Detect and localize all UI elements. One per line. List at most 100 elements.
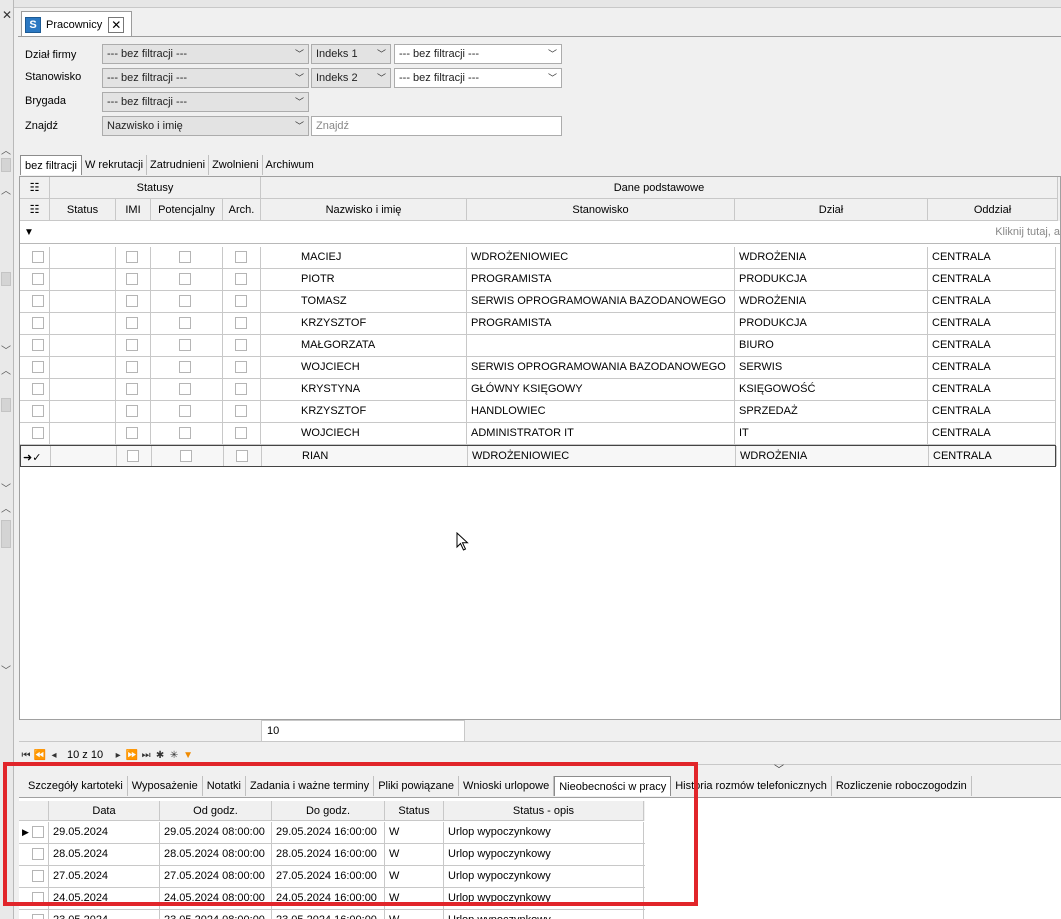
tab-zatrudnieni[interactable]: Zatrudnieni bbox=[147, 155, 210, 175]
col-potencjalny[interactable]: Potencjalny bbox=[151, 199, 223, 221]
detail-tab[interactable]: Zadania i ważne terminy bbox=[246, 776, 375, 796]
table-row[interactable]: KRZYSZTOF PROGRAMISTA PRODUKCJA CENTRALA bbox=[20, 313, 1056, 335]
arch-checkbox[interactable] bbox=[235, 383, 247, 395]
detail-tab[interactable]: Nieobecności w pracy bbox=[554, 776, 672, 796]
table-row[interactable]: KRZYSZTOF HANDLOWIEC SPRZEDAŻ CENTRALA bbox=[20, 401, 1056, 423]
add-record-icon[interactable]: ✱ bbox=[153, 750, 167, 761]
potencjalny-checkbox[interactable] bbox=[179, 295, 191, 307]
col-arch[interactable]: Arch. bbox=[223, 199, 261, 221]
arch-checkbox[interactable] bbox=[235, 339, 247, 351]
row-indicator[interactable] bbox=[19, 888, 49, 909]
table-row[interactable]: 28.05.2024 28.05.2024 08:00:00 28.05.2024 … bbox=[19, 844, 645, 866]
imi-checkbox[interactable] bbox=[126, 383, 138, 395]
employees-grid[interactable]: ☷ Statusy Dane podstawowe ☷ Status IMI P… bbox=[19, 176, 1061, 720]
chevron-down-icon[interactable]: ﹀ bbox=[774, 761, 784, 776]
filter-row[interactable]: ▼ Kliknij tutaj, a bbox=[20, 222, 1060, 244]
indeks1-value-select[interactable]: --- bez filtracji --- ﹀ bbox=[394, 44, 562, 64]
row-select-checkbox[interactable] bbox=[32, 295, 44, 307]
col-oddzial[interactable]: Oddział bbox=[928, 199, 1058, 221]
chevron-down-icon[interactable]: ﹀ bbox=[1, 342, 11, 357]
arch-checkbox[interactable] bbox=[235, 317, 247, 329]
row-select-checkbox[interactable] bbox=[32, 317, 44, 329]
add-copy-icon[interactable]: ✳ bbox=[167, 750, 181, 761]
row-indicator[interactable] bbox=[20, 247, 50, 268]
col-status-opis[interactable]: Status - opis bbox=[444, 801, 644, 821]
row-select-checkbox[interactable] bbox=[32, 339, 44, 351]
row-indicator[interactable] bbox=[19, 844, 49, 865]
detail-tab[interactable]: Notatki bbox=[203, 776, 246, 796]
imi-checkbox[interactable] bbox=[126, 251, 138, 263]
table-row[interactable]: 23.05.202423.05.2024 08:00:0023.05.2024 … bbox=[19, 910, 645, 919]
potencjalny-checkbox[interactable] bbox=[179, 383, 191, 395]
col-do-godz[interactable]: Do godz. bbox=[272, 801, 385, 821]
brygada-select[interactable]: --- bez filtracji --- ﹀ bbox=[102, 92, 309, 112]
stanowisko-select[interactable]: --- bez filtracji --- ﹀ bbox=[102, 68, 309, 88]
imi-checkbox[interactable] bbox=[126, 427, 138, 439]
col-status[interactable]: Status bbox=[385, 801, 444, 821]
znajdz-field-select[interactable]: Nazwisko i imię ﹀ bbox=[102, 116, 309, 136]
imi-checkbox[interactable] bbox=[126, 361, 138, 373]
row-indicator[interactable] bbox=[19, 866, 49, 887]
arch-checkbox[interactable] bbox=[235, 295, 247, 307]
row-select-checkbox[interactable] bbox=[32, 427, 44, 439]
search-input[interactable]: Znajdź bbox=[311, 116, 562, 136]
table-row[interactable]: ➜✓ RIAN WDROŻENIOWIEC WDROŻENIA CENTRALA bbox=[20, 445, 1057, 467]
col-dzial[interactable]: Dział bbox=[735, 199, 928, 221]
table-row[interactable]: MAŁGORZATA BIURO CENTRALA bbox=[20, 335, 1056, 357]
tab-archiwum[interactable]: Archiwum bbox=[263, 155, 317, 175]
close-tab-icon[interactable]: ✕ bbox=[108, 16, 125, 33]
detail-tab[interactable]: Wnioski urlopowe bbox=[459, 776, 555, 796]
row-indicator[interactable] bbox=[20, 401, 50, 422]
arch-checkbox[interactable] bbox=[235, 273, 247, 285]
imi-checkbox[interactable] bbox=[127, 450, 139, 462]
row-indicator[interactable] bbox=[20, 313, 50, 334]
arch-checkbox[interactable] bbox=[235, 361, 247, 373]
absences-grid[interactable]: Data Od godz. Do godz. Status Status - o… bbox=[19, 797, 1061, 919]
first-record-icon[interactable]: ⏮ bbox=[19, 750, 33, 761]
next-record-icon[interactable]: ▸ bbox=[111, 750, 125, 761]
potencjalny-checkbox[interactable] bbox=[179, 273, 191, 285]
prev-page-icon[interactable]: ⏪ bbox=[33, 750, 47, 761]
chevron-up-icon[interactable]: ︿ bbox=[1, 142, 11, 157]
indeks1-select[interactable]: Indeks 1 ﹀ bbox=[311, 44, 391, 64]
chevron-icon[interactable]: ︿ bbox=[1, 182, 11, 197]
potencjalny-checkbox[interactable] bbox=[179, 427, 191, 439]
row-indicator[interactable] bbox=[19, 910, 49, 919]
arch-checkbox[interactable] bbox=[235, 251, 247, 263]
arch-checkbox[interactable] bbox=[235, 427, 247, 439]
col-od-godz[interactable]: Od godz. bbox=[160, 801, 272, 821]
arch-checkbox[interactable] bbox=[235, 405, 247, 417]
col-stanowisko[interactable]: Stanowisko bbox=[467, 199, 735, 221]
detail-tab[interactable]: Wyposażenie bbox=[128, 776, 203, 796]
potencjalny-checkbox[interactable] bbox=[179, 361, 191, 373]
imi-checkbox[interactable] bbox=[126, 339, 138, 351]
col-data[interactable]: Data bbox=[49, 801, 160, 821]
row-indicator[interactable] bbox=[20, 357, 50, 378]
potencjalny-checkbox[interactable] bbox=[179, 405, 191, 417]
col-status[interactable]: Status bbox=[50, 199, 116, 221]
row-select-checkbox[interactable] bbox=[32, 273, 44, 285]
row-select-checkbox[interactable] bbox=[32, 914, 44, 919]
tab-bez-filtracji[interactable]: bez filtracji bbox=[20, 155, 82, 175]
row-indicator[interactable] bbox=[20, 335, 50, 356]
row-select-checkbox[interactable] bbox=[32, 361, 44, 373]
imi-checkbox[interactable] bbox=[126, 295, 138, 307]
table-row[interactable]: TOMASZ SERWIS OPROGRAMOWANIA BAZODANOWEGO… bbox=[20, 291, 1056, 313]
detail-tab[interactable]: Szczegóły kartoteki bbox=[24, 776, 128, 796]
detail-tab[interactable]: Pliki powiązane bbox=[374, 776, 460, 796]
table-row[interactable]: 24.05.2024 24.05.2024 08:00:00 24.05.2024 … bbox=[19, 888, 645, 910]
table-row[interactable]: KRYSTYNA GŁÓWNY KSIĘGOWY KSIĘGOWOŚĆ CENTRAL… bbox=[20, 379, 1056, 401]
table-row[interactable]: MACIEJ WDROŻENIOWIEC WDROŻENIA CENTRALA bbox=[20, 247, 1056, 269]
row-indicator[interactable]: ▶ bbox=[19, 822, 49, 843]
row-indicator[interactable] bbox=[20, 379, 50, 400]
col-nazwisko[interactable]: Nazwisko i imię bbox=[261, 199, 467, 221]
row-select-checkbox[interactable] bbox=[32, 383, 44, 395]
imi-checkbox[interactable] bbox=[126, 273, 138, 285]
chevron-down-icon[interactable]: ﹀ bbox=[1, 662, 11, 677]
table-row[interactable]: 27.05.2024 27.05.2024 08:00:00 27.05.2024 … bbox=[19, 866, 645, 888]
tab-pracownicy[interactable]: S Pracownicy ✕ bbox=[21, 11, 132, 37]
detail-tab[interactable]: Rozliczenie roboczogodzin bbox=[832, 776, 972, 796]
row-select-checkbox[interactable] bbox=[32, 251, 44, 263]
detail-tab[interactable]: Historia rozmów telefonicznych bbox=[671, 776, 832, 796]
row-indicator[interactable] bbox=[20, 423, 50, 444]
